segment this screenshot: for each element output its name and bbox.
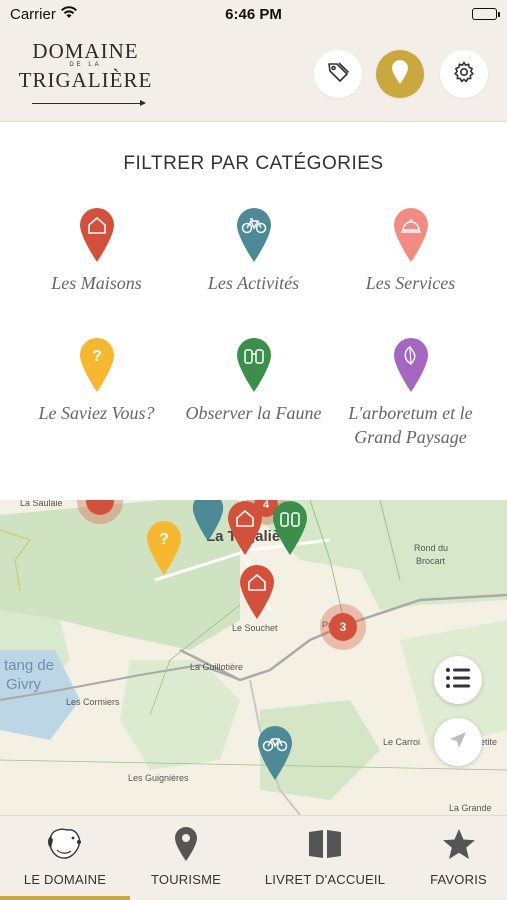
question-icon: ?	[79, 337, 115, 393]
active-tab-indicator	[0, 896, 130, 900]
domaine-logo[interactable]: DOMAINE DE LA TRIGALIÈRE	[18, 40, 153, 110]
category-services[interactable]: Les Services	[326, 207, 495, 295]
category-faune[interactable]: Observer la Faune	[169, 337, 338, 425]
tab-livret-accueil[interactable]: LIVRET D'ACCUEIL	[250, 816, 400, 900]
place-guignieres: Les Guignières	[128, 773, 189, 783]
place-saulaie: La Saulaie	[20, 500, 63, 508]
location-arrow-icon	[448, 730, 468, 755]
locate-me-button[interactable]	[434, 718, 482, 766]
clock: 6:46 PM	[225, 6, 282, 23]
map-pin-activite[interactable]	[189, 500, 227, 548]
tab-tourisme[interactable]: TOURISME	[130, 816, 242, 900]
star-icon	[410, 816, 507, 872]
map-pin-faune[interactable]	[271, 500, 309, 556]
place-souchet: Le Souchet	[232, 623, 278, 633]
place-grande: La Grande	[449, 803, 492, 813]
category-filter-panel: FILTRER PAR CATÉGORIES Les Maisons Les A…	[0, 123, 507, 500]
category-label: L'arboretum et le Grand Paysage	[348, 403, 473, 447]
binoculars-icon	[236, 337, 272, 393]
settings-button[interactable]	[440, 50, 488, 98]
filter-title: FILTRER PAR CATÉGORIES	[123, 153, 384, 174]
tag-icon	[326, 60, 350, 89]
tab-le-domaine[interactable]: LE DOMAINE	[0, 816, 130, 900]
bicycle-icon	[236, 207, 272, 263]
dog-icon	[0, 816, 130, 872]
gear-icon	[452, 60, 476, 89]
place-guillotiere: La Guillotière	[190, 662, 244, 672]
map-pin-maison[interactable]	[238, 564, 276, 620]
map-pin-saviez-vous[interactable]: ?	[145, 520, 183, 576]
battery-icon	[472, 8, 500, 20]
svg-text:?: ?	[159, 531, 169, 548]
map-pin-activite[interactable]	[256, 725, 294, 781]
logo-line-3: TRIGALIÈRE	[18, 68, 153, 92]
category-label: Observer la Faune	[185, 403, 322, 423]
cluster-count: 3	[329, 613, 357, 641]
place-brocart: Brocart	[416, 556, 446, 566]
place-petite: etite	[480, 737, 498, 747]
tab-label: FAVORIS	[430, 872, 487, 887]
place-carroi: Le Carroi	[383, 737, 421, 747]
tab-label: LIVRET D'ACCUEIL	[264, 872, 386, 887]
category-saviez-vous[interactable]: ? Le Saviez Vous?	[12, 337, 181, 425]
status-bar: Carrier 6:46 PM	[0, 0, 507, 30]
leaf-icon	[393, 337, 429, 393]
svg-text:?: ?	[92, 348, 102, 365]
category-label: Le Saviez Vous?	[38, 403, 155, 423]
app-header: DOMAINE DE LA TRIGALIÈRE	[0, 30, 507, 122]
category-arboretum[interactable]: L'arboretum et le Grand Paysage	[326, 337, 495, 449]
list-icon	[445, 667, 471, 694]
tab-label: LE DOMAINE	[23, 872, 107, 887]
tab-label: TOURISME	[151, 872, 221, 887]
map-pin-maison[interactable]	[226, 500, 264, 556]
category-label: Les Services	[365, 273, 456, 293]
tab-favoris[interactable]: FAVORIS	[410, 816, 507, 900]
logo-arrow	[32, 100, 146, 106]
place-rond-du: Rond du	[414, 543, 449, 553]
logo-line-1: DOMAINE	[32, 39, 139, 63]
map-category-button[interactable]	[376, 50, 424, 98]
tab-bar: LE DOMAINE TOURISME LIVRET D'ACCUEIL FAV…	[0, 815, 507, 900]
house-icon	[79, 207, 115, 263]
tag-filter-button[interactable]	[314, 50, 362, 98]
map-cluster[interactable]: 3	[320, 604, 366, 650]
category-maisons[interactable]: Les Maisons	[12, 207, 181, 295]
category-label: Les Maisons	[51, 273, 142, 293]
place-cormiers: Les Cormiers	[66, 697, 120, 707]
map-view[interactable]: La Saulaie La Trigalière Rond du Brocart…	[0, 500, 507, 815]
category-label: Les Activités	[207, 273, 300, 293]
place-givry: Givry	[6, 676, 41, 693]
map-pin-icon	[391, 59, 409, 90]
book-icon	[250, 816, 400, 872]
list-view-button[interactable]	[434, 656, 482, 704]
map-pin-icon	[130, 816, 242, 872]
place-etang: tang de	[4, 657, 55, 674]
category-activites[interactable]: Les Activités	[169, 207, 338, 295]
cloche-icon	[393, 207, 429, 263]
